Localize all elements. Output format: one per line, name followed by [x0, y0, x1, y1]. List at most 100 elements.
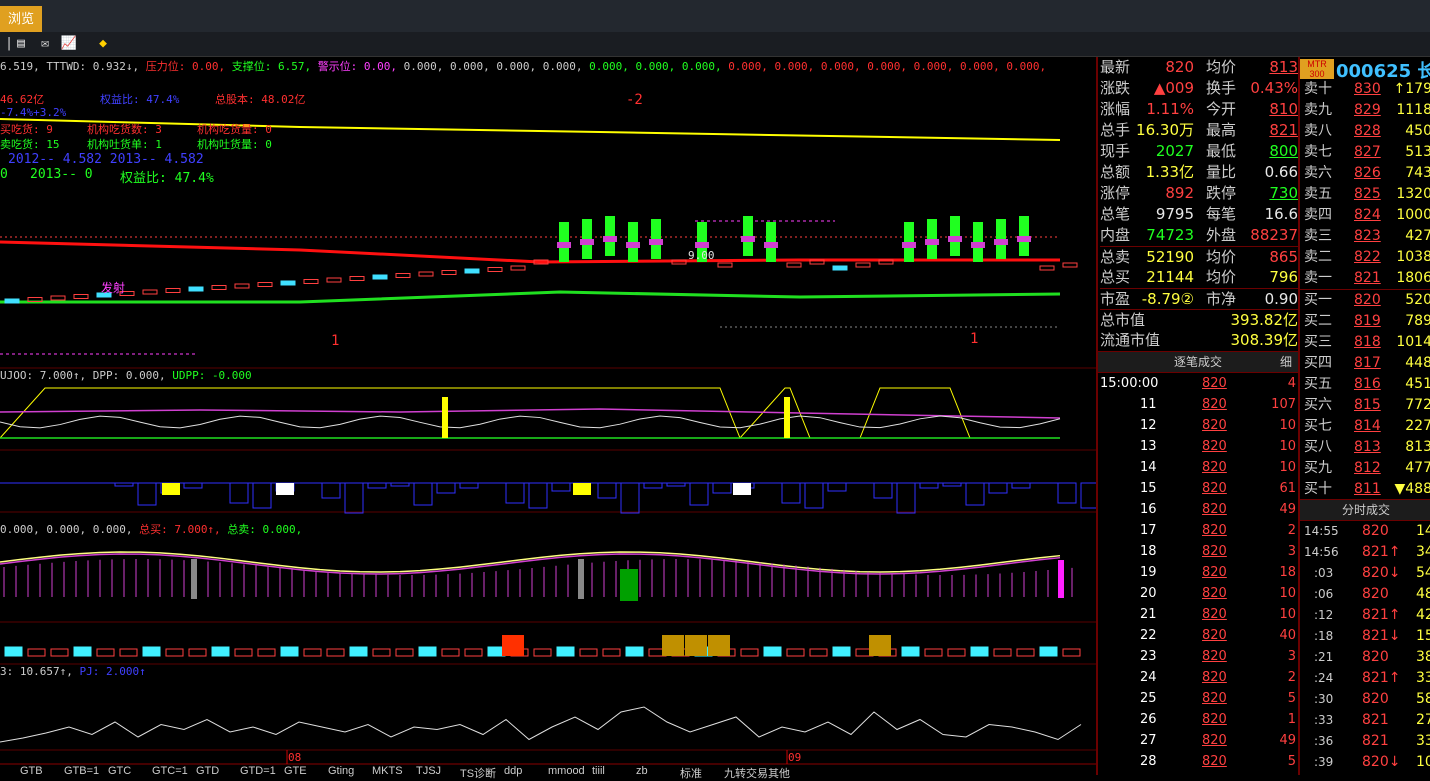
- sub5-box: [741, 649, 758, 656]
- tab-browse[interactable]: 浏览: [0, 6, 42, 32]
- indicator-tab[interactable]: GTC=1: [152, 765, 188, 777]
- indicator-tab[interactable]: GTB=1: [64, 765, 99, 777]
- kline-chart-area[interactable]: 6.519, TTTWD: 0.932↓, 压力位: 0.00, 支撑位: 6.…: [0, 57, 1096, 775]
- asks-row[interactable]: 卖三823427: [1304, 226, 1430, 247]
- asks-row[interactable]: 卖四8241000: [1304, 205, 1430, 226]
- sub5-box: [5, 647, 22, 656]
- min-row: :39820↓10: [1304, 752, 1430, 773]
- sub3-bar: [621, 483, 639, 513]
- indicator-tab[interactable]: tiiil: [592, 765, 605, 777]
- tick-volume: 10: [1279, 604, 1296, 625]
- indicator-tab[interactable]: TJSJ: [416, 765, 441, 777]
- quote-label-2: 最高: [1206, 120, 1236, 141]
- quote-value-2: 813: [1269, 57, 1298, 78]
- indicator-tab[interactable]: Gting: [328, 765, 354, 777]
- tick-volume: 3: [1288, 541, 1296, 562]
- diamond-nav-icon[interactable]: ◆: [94, 35, 112, 53]
- sub5-box: [1017, 649, 1034, 656]
- asks-row[interactable]: 卖二8221038: [1304, 247, 1430, 268]
- tick-row: 188203: [1100, 541, 1298, 562]
- candle: [5, 299, 19, 303]
- bids-row[interactable]: 买一820520: [1304, 290, 1430, 311]
- bids-row[interactable]: 买十811▼488: [1304, 479, 1430, 500]
- tick-volume: 49: [1279, 499, 1296, 520]
- bids-row[interactable]: 买九812477: [1304, 458, 1430, 479]
- indicator-tab[interactable]: GTB: [20, 765, 43, 777]
- bids-row[interactable]: 买五816451: [1304, 374, 1430, 395]
- min-row: :3382127: [1304, 710, 1430, 731]
- indicator-tab[interactable]: GTC: [108, 765, 131, 777]
- asks-row[interactable]: 卖七827513: [1304, 142, 1430, 163]
- bids-row[interactable]: 买三8181014: [1304, 332, 1430, 353]
- min-header[interactable]: 分时成交: [1300, 499, 1430, 521]
- note-icon[interactable]: ✉: [36, 35, 54, 53]
- bids-row[interactable]: 买七814227: [1304, 416, 1430, 437]
- sub3-bar: [598, 483, 616, 498]
- asks-row[interactable]: 卖八828450: [1304, 121, 1430, 142]
- tick-detail-button[interactable]: 细: [1280, 352, 1292, 372]
- asks-row[interactable]: 卖十830↑179: [1304, 79, 1430, 100]
- indicator-tab[interactable]: mmood: [548, 765, 585, 777]
- asks-row[interactable]: 卖六826743: [1304, 163, 1430, 184]
- candle: [718, 263, 732, 267]
- candle: [51, 296, 65, 300]
- indicator-tab[interactable]: GTD=1: [240, 765, 276, 777]
- asks-row[interactable]: 卖九8291118: [1304, 100, 1430, 121]
- bids-row[interactable]: 买六815772: [1304, 395, 1430, 416]
- indicator-tab[interactable]: 九转交易: [724, 765, 768, 777]
- quote-label-2: 最低: [1206, 141, 1236, 162]
- tick-row: 1382010: [1100, 436, 1298, 457]
- toolbar: | ▤ ✉ 📈 ◆: [0, 32, 1430, 57]
- asks-price: 826: [1354, 163, 1381, 184]
- sub3-bar: [1081, 483, 1096, 508]
- candle: [258, 283, 272, 287]
- quote-label: 涨停: [1100, 183, 1130, 204]
- tick-row: 288205: [1100, 751, 1298, 772]
- candle: [856, 263, 870, 267]
- chart-icon[interactable]: 📈: [60, 35, 78, 53]
- bids-row[interactable]: 买四817448: [1304, 353, 1430, 374]
- sub4-green-bar: [620, 569, 638, 601]
- tick-price: 820: [1202, 751, 1227, 772]
- min-price: 820: [1362, 689, 1389, 710]
- sub6-line: 3: 10.657↑, PJ: 2.000↑: [0, 665, 146, 678]
- asks-row[interactable]: 卖五8251320: [1304, 184, 1430, 205]
- ind-val-1: 6.519,: [0, 60, 40, 73]
- min-time: :24: [1314, 668, 1333, 689]
- sub4-total-sell: 总卖: 0.000,: [227, 523, 302, 536]
- asks-label: 卖一: [1304, 268, 1332, 289]
- sub5-box: [373, 649, 390, 656]
- indicator-tab[interactable]: GTD: [196, 765, 219, 777]
- candle-mark: [764, 242, 778, 248]
- tick-header[interactable]: 逐笔成交 细: [1098, 351, 1298, 373]
- tick-row: 2182010: [1100, 604, 1298, 625]
- sub5-box: [143, 647, 160, 656]
- indicator-tab[interactable]: ddp: [504, 765, 522, 777]
- sub2-line: UJOO: 7.000↑, DPP: 0.000, UDPP: -0.000: [0, 369, 252, 382]
- candle-mark: [603, 236, 617, 242]
- indicator-tab[interactable]: zb: [636, 765, 648, 777]
- indicator-tab[interactable]: GTE: [284, 765, 307, 777]
- candle: [419, 272, 433, 276]
- list-icon[interactable]: ▤: [12, 35, 30, 53]
- sub5-box: [419, 647, 436, 656]
- bids-label: 买八: [1304, 437, 1332, 458]
- indicator-tab[interactable]: 标准: [680, 765, 702, 777]
- tick-row: 248202: [1100, 667, 1298, 688]
- indicator-tab[interactable]: MKTS: [372, 765, 403, 777]
- asks-row[interactable]: 卖一8211806: [1304, 268, 1430, 289]
- bids-row[interactable]: 买八813813: [1304, 437, 1430, 458]
- candle: [373, 275, 387, 279]
- indicator-tab[interactable]: 其他: [768, 765, 790, 777]
- tick-row: 15:00:008204: [1100, 373, 1298, 394]
- bids-row[interactable]: 买二819789: [1304, 311, 1430, 332]
- sub4-gray-bar: [578, 559, 584, 599]
- indicator-tab[interactable]: TS诊断: [460, 765, 496, 777]
- quote-row: 总手16.30万最高821: [1100, 120, 1300, 141]
- quote-row: 涨跌▲009换手0.43%: [1100, 78, 1300, 99]
- sub5-box: [1063, 649, 1080, 656]
- mark-neg2: -2: [626, 92, 643, 108]
- tick-row: 178202: [1100, 520, 1298, 541]
- tick-row: 238203: [1100, 646, 1298, 667]
- sub5-box: [74, 647, 91, 656]
